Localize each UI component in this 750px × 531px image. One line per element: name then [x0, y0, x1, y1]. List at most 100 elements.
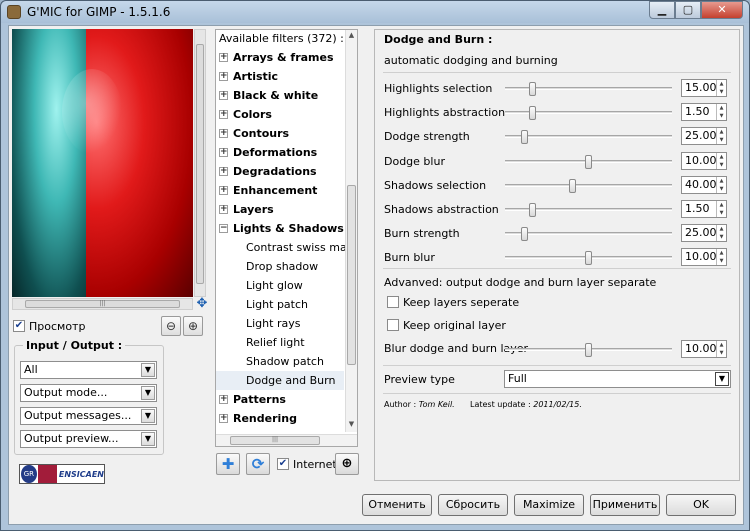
parameter-slider-handle[interactable]	[521, 227, 528, 242]
preview-type-select[interactable]: Full ▼	[504, 370, 731, 388]
output-preview-select[interactable]: Output preview... ▼	[20, 430, 157, 448]
expand-icon[interactable]: +	[219, 53, 228, 62]
minimize-button[interactable]: ▁	[649, 1, 675, 19]
greyc-ensicaen-logo[interactable]: GR ENSICAEN	[19, 464, 105, 484]
expand-icon[interactable]: +	[219, 395, 228, 404]
preview-vertical-scrollbar[interactable]	[194, 29, 206, 297]
filter-item[interactable]: Drop shadow	[216, 257, 344, 276]
filter-item[interactable]: Light rays	[216, 314, 344, 333]
parameter-slider[interactable]	[505, 227, 672, 242]
filter-item[interactable]: Dodge and Burn	[216, 371, 344, 390]
expand-icon[interactable]: +	[219, 72, 228, 81]
spin-arrows-icon[interactable]: ▲ ▼	[716, 176, 726, 193]
filters-tree[interactable]: Available filters (372) : + Arrays & fram…	[215, 29, 358, 447]
search-filters-button[interactable]: ⊕	[335, 453, 359, 475]
spin-arrows-icon[interactable]: ▲ ▼	[716, 80, 726, 96]
scroll-up-icon[interactable]: ▲	[347, 31, 356, 41]
preview-checkbox[interactable]: ✔	[13, 320, 25, 332]
filters-hscroll-thumb[interactable]: |||	[230, 436, 320, 445]
parameter-slider[interactable]	[505, 82, 672, 96]
spin-arrows-icon[interactable]: ▲ ▼	[716, 152, 726, 169]
output-mode-select[interactable]: Output mode... ▼	[20, 384, 157, 402]
parameter-slider-handle[interactable]	[529, 82, 536, 96]
blur-layer-slider[interactable]	[505, 343, 672, 357]
parameter-slider[interactable]	[505, 251, 672, 266]
filter-category[interactable]: + Layers	[216, 200, 344, 219]
output-messages-select[interactable]: Output messages... ▼	[20, 407, 157, 425]
preview-vscroll-thumb[interactable]	[196, 44, 204, 284]
filter-category[interactable]: + Deformations	[216, 143, 344, 162]
filter-category[interactable]: − Lights & Shadows	[216, 219, 344, 238]
parameter-slider-handle[interactable]	[585, 251, 592, 266]
preview-image[interactable]	[12, 29, 193, 297]
internet-checkbox[interactable]: ✔	[277, 458, 289, 470]
expand-icon[interactable]: +	[219, 91, 228, 100]
blur-layer-spinbox[interactable]: 10.00 ▲ ▼	[681, 340, 727, 358]
parameter-spinbox[interactable]: 25.00 ▲ ▼	[681, 127, 727, 146]
parameter-spinbox[interactable]: 10.00 ▲ ▼	[681, 151, 727, 170]
parameter-slider-handle[interactable]	[529, 106, 536, 121]
zoom-in-button[interactable]: ⊕	[183, 316, 203, 336]
cancel-button[interactable]: Отменить	[362, 494, 432, 516]
expand-icon[interactable]: +	[219, 148, 228, 157]
filters-vertical-scrollbar[interactable]: ▲ ▼	[345, 30, 357, 432]
spin-arrows-icon[interactable]: ▲ ▼	[716, 104, 726, 121]
filter-category[interactable]: + Colors	[216, 105, 344, 124]
preview-horizontal-scrollbar[interactable]: |||	[12, 298, 193, 310]
filter-category[interactable]: + Rendering	[216, 409, 344, 428]
parameter-spinbox[interactable]: 15.00 ▲ ▼	[681, 79, 727, 97]
spin-arrows-icon[interactable]: ▲ ▼	[716, 128, 726, 145]
reset-button[interactable]: Сбросить	[438, 494, 508, 516]
filter-item[interactable]: Light glow	[216, 276, 344, 295]
maximize-window-button[interactable]: ▢	[675, 1, 701, 19]
close-button[interactable]: ✕	[701, 1, 743, 19]
filter-category[interactable]: + Contours	[216, 124, 344, 143]
zoom-out-button[interactable]: ⊖	[161, 316, 181, 336]
parameter-slider-handle[interactable]	[529, 203, 536, 217]
preview-hscroll-thumb[interactable]: |||	[25, 300, 180, 308]
spin-arrows-icon[interactable]: ▲ ▼	[716, 249, 726, 266]
expand-icon[interactable]: +	[219, 414, 228, 423]
filter-category[interactable]: + Enhancement	[216, 181, 344, 200]
keep-layers-separate-checkbox[interactable]	[387, 296, 399, 308]
add-filter-button[interactable]: ✚	[216, 453, 240, 475]
parameter-spinbox[interactable]: 10.00 ▲ ▼	[681, 248, 727, 267]
filter-category[interactable]: + Patterns	[216, 390, 344, 409]
maximize-button[interactable]: Maximize	[514, 494, 584, 516]
scroll-down-icon[interactable]: ▼	[347, 420, 356, 430]
parameter-slider[interactable]	[505, 130, 672, 145]
filter-category[interactable]: + Black & white	[216, 86, 344, 105]
expand-icon[interactable]: +	[219, 186, 228, 195]
parameter-slider-handle[interactable]	[585, 154, 592, 169]
filter-item[interactable]: Contrast swiss mask	[216, 238, 357, 257]
spin-arrows-icon[interactable]: ▲ ▼	[716, 225, 726, 242]
expand-icon[interactable]: +	[219, 205, 228, 214]
parameter-slider[interactable]	[505, 178, 672, 193]
filters-horizontal-scrollbar[interactable]: |||	[216, 434, 357, 446]
spin-arrows-icon[interactable]: ▲ ▼	[716, 341, 726, 357]
collapse-icon[interactable]: −	[219, 224, 228, 233]
spin-arrows-icon[interactable]: ▲ ▼	[716, 201, 726, 217]
expand-icon[interactable]: +	[219, 110, 228, 119]
parameter-spinbox[interactable]: 1.50 ▲ ▼	[681, 103, 727, 122]
expand-icon[interactable]: +	[219, 167, 228, 176]
ok-button[interactable]: OK	[666, 494, 736, 516]
parameter-slider[interactable]	[505, 106, 672, 121]
filter-category[interactable]: + Artistic	[216, 67, 344, 86]
input-layers-select[interactable]: All ▼	[20, 361, 157, 379]
keep-original-layer-checkbox[interactable]	[387, 319, 399, 331]
refresh-filters-button[interactable]: ⟳	[246, 453, 270, 475]
move-icon[interactable]: ✥	[196, 297, 208, 310]
parameter-slider-handle[interactable]	[569, 178, 576, 193]
apply-button[interactable]: Применить	[590, 494, 660, 516]
parameter-slider-handle[interactable]	[521, 130, 528, 145]
parameter-slider[interactable]	[505, 203, 672, 217]
parameter-spinbox[interactable]: 40.00 ▲ ▼	[681, 175, 727, 194]
filter-category[interactable]: + Arrays & frames	[216, 48, 344, 67]
expand-icon[interactable]: +	[219, 129, 228, 138]
parameter-spinbox[interactable]: 25.00 ▲ ▼	[681, 224, 727, 243]
parameter-slider[interactable]	[505, 154, 672, 169]
filter-category[interactable]: + Degradations	[216, 162, 344, 181]
blur-layer-slider-handle[interactable]	[585, 343, 592, 357]
parameter-spinbox[interactable]: 1.50 ▲ ▼	[681, 200, 727, 218]
